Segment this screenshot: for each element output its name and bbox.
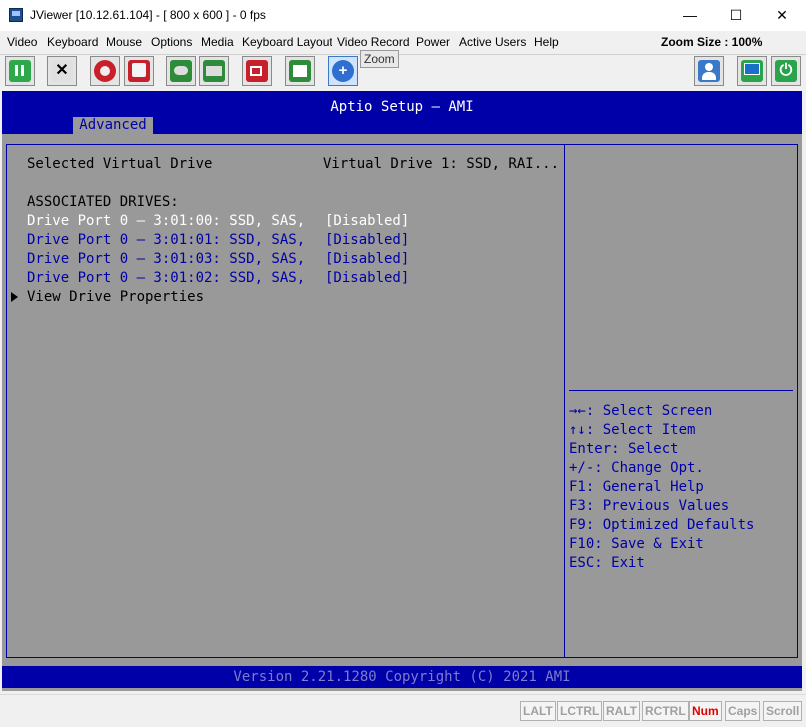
menu-power[interactable]: Power [416,35,450,49]
menu-keyboard-layout[interactable]: Keyboard Layout [242,35,332,49]
help-line: F1: General Help [569,479,704,495]
menu-help[interactable]: Help [534,35,559,49]
jviewer-app-icon [9,8,23,22]
help-line: ↑↓: Select Item [569,422,696,438]
tab-advanced[interactable]: Advanced [73,117,153,134]
fullscreen-icon: ✕ [51,60,73,82]
pause-icon [9,60,31,82]
drive-port-value[interactable]: [Disabled] [325,270,409,286]
user-icon [698,60,720,82]
bios-header: Aptio Setup – AMI Advanced [2,91,802,134]
menu-active-users[interactable]: Active Users [459,35,526,49]
zoom-button[interactable]: + [328,56,358,86]
bios-footer: Version 2.21.1280 Copyright (C) 2021 AMI [2,666,802,688]
help-line: F3: Previous Values [569,498,730,514]
zoom-tooltip: Zoom [360,50,399,68]
keyboard-icon [203,60,225,82]
selected-virtual-drive-label: Selected Virtual Drive [27,156,213,172]
floppy-icon [128,60,150,82]
menu-video-record[interactable]: Video Record [337,35,411,49]
maximize-button[interactable]: ☐ [721,4,751,26]
macros-button[interactable] [285,56,315,86]
help-divider [569,390,793,391]
active-users-button[interactable] [694,56,724,86]
title-bar: JViewer [10.12.61.104] - [ 800 x 600 ] -… [0,0,806,31]
bios-title: Aptio Setup – AMI [330,99,474,115]
floppy-button[interactable] [124,56,154,86]
minimize-button[interactable]: — [675,4,705,26]
power-icon: ⏻ [775,60,797,82]
drive-port-label[interactable]: Drive Port 0 – 3:01:00: SSD, SAS, [27,213,305,229]
drive-port-value[interactable]: [Disabled] [325,213,409,229]
help-line: +/-: Change Opt. [569,460,704,476]
drive-port-label[interactable]: Drive Port 0 – 3:01:03: SSD, SAS, [27,251,305,267]
drive-port-label[interactable]: Drive Port 0 – 3:01:01: SSD, SAS, [27,232,305,248]
view-drive-properties[interactable]: View Drive Properties [27,289,204,305]
bios-version: Version 2.21.1280 Copyright (C) 2021 AMI [233,669,571,685]
associated-drives-header: ASSOCIATED DRIVES: [27,194,179,210]
menu-mouse[interactable]: Mouse [106,35,142,49]
lctrl-key[interactable]: LCTRL [557,701,603,721]
menu-keyboard[interactable]: Keyboard [47,35,98,49]
submenu-arrow-icon [11,292,18,302]
video-record-button[interactable] [242,56,272,86]
selected-virtual-drive-value: Virtual Drive 1: SSD, RAI... [323,156,560,172]
pause-button[interactable] [5,56,35,86]
menu-media[interactable]: Media [201,35,234,49]
num-lock-indicator: Num [689,701,722,721]
display-button[interactable] [737,56,767,86]
zoom-icon: + [332,60,354,82]
power-button[interactable]: ⏻ [771,56,801,86]
help-line: F10: Save & Exit [569,536,704,552]
settings-panel: Selected Virtual Drive Virtual Drive 1: … [6,144,565,658]
remote-screen[interactable]: Aptio Setup – AMI Advanced Selected Virt… [2,91,802,691]
mouse-button[interactable] [166,56,196,86]
help-panel: →←: Select Screen ↑↓: Select Item Enter:… [565,144,798,658]
close-button[interactable]: ✕ [767,4,797,26]
cdrom-icon [94,60,116,82]
window-title: JViewer [10.12.61.104] - [ 800 x 600 ] -… [30,8,266,22]
help-line: F9: Optimized Defaults [569,517,755,533]
macros-icon [289,60,311,82]
zoom-size-label: Zoom Size : 100% [661,35,763,49]
rctrl-key[interactable]: RCTRL [642,701,689,721]
fullscreen-button[interactable]: ✕ [47,56,77,86]
help-line: ESC: Exit [569,555,645,571]
drive-port-value[interactable]: [Disabled] [325,232,409,248]
video-record-icon [246,60,268,82]
menu-video[interactable]: Video [7,35,37,49]
caps-lock-indicator: Caps [725,701,761,721]
scroll-lock-indicator: Scroll [763,701,803,721]
lalt-key[interactable]: LALT [520,701,556,721]
drive-port-value[interactable]: [Disabled] [325,251,409,267]
cdrom-button[interactable] [90,56,120,86]
display-icon [741,60,763,82]
ralt-key[interactable]: RALT [603,701,641,721]
help-line: →←: Select Screen [569,403,713,419]
keyboard-button[interactable] [199,56,229,86]
drive-port-label[interactable]: Drive Port 0 – 3:01:02: SSD, SAS, [27,270,305,286]
help-line: Enter: Select [569,441,679,457]
mouse-icon [170,60,192,82]
menu-options[interactable]: Options [151,35,192,49]
toolbar [0,54,806,92]
